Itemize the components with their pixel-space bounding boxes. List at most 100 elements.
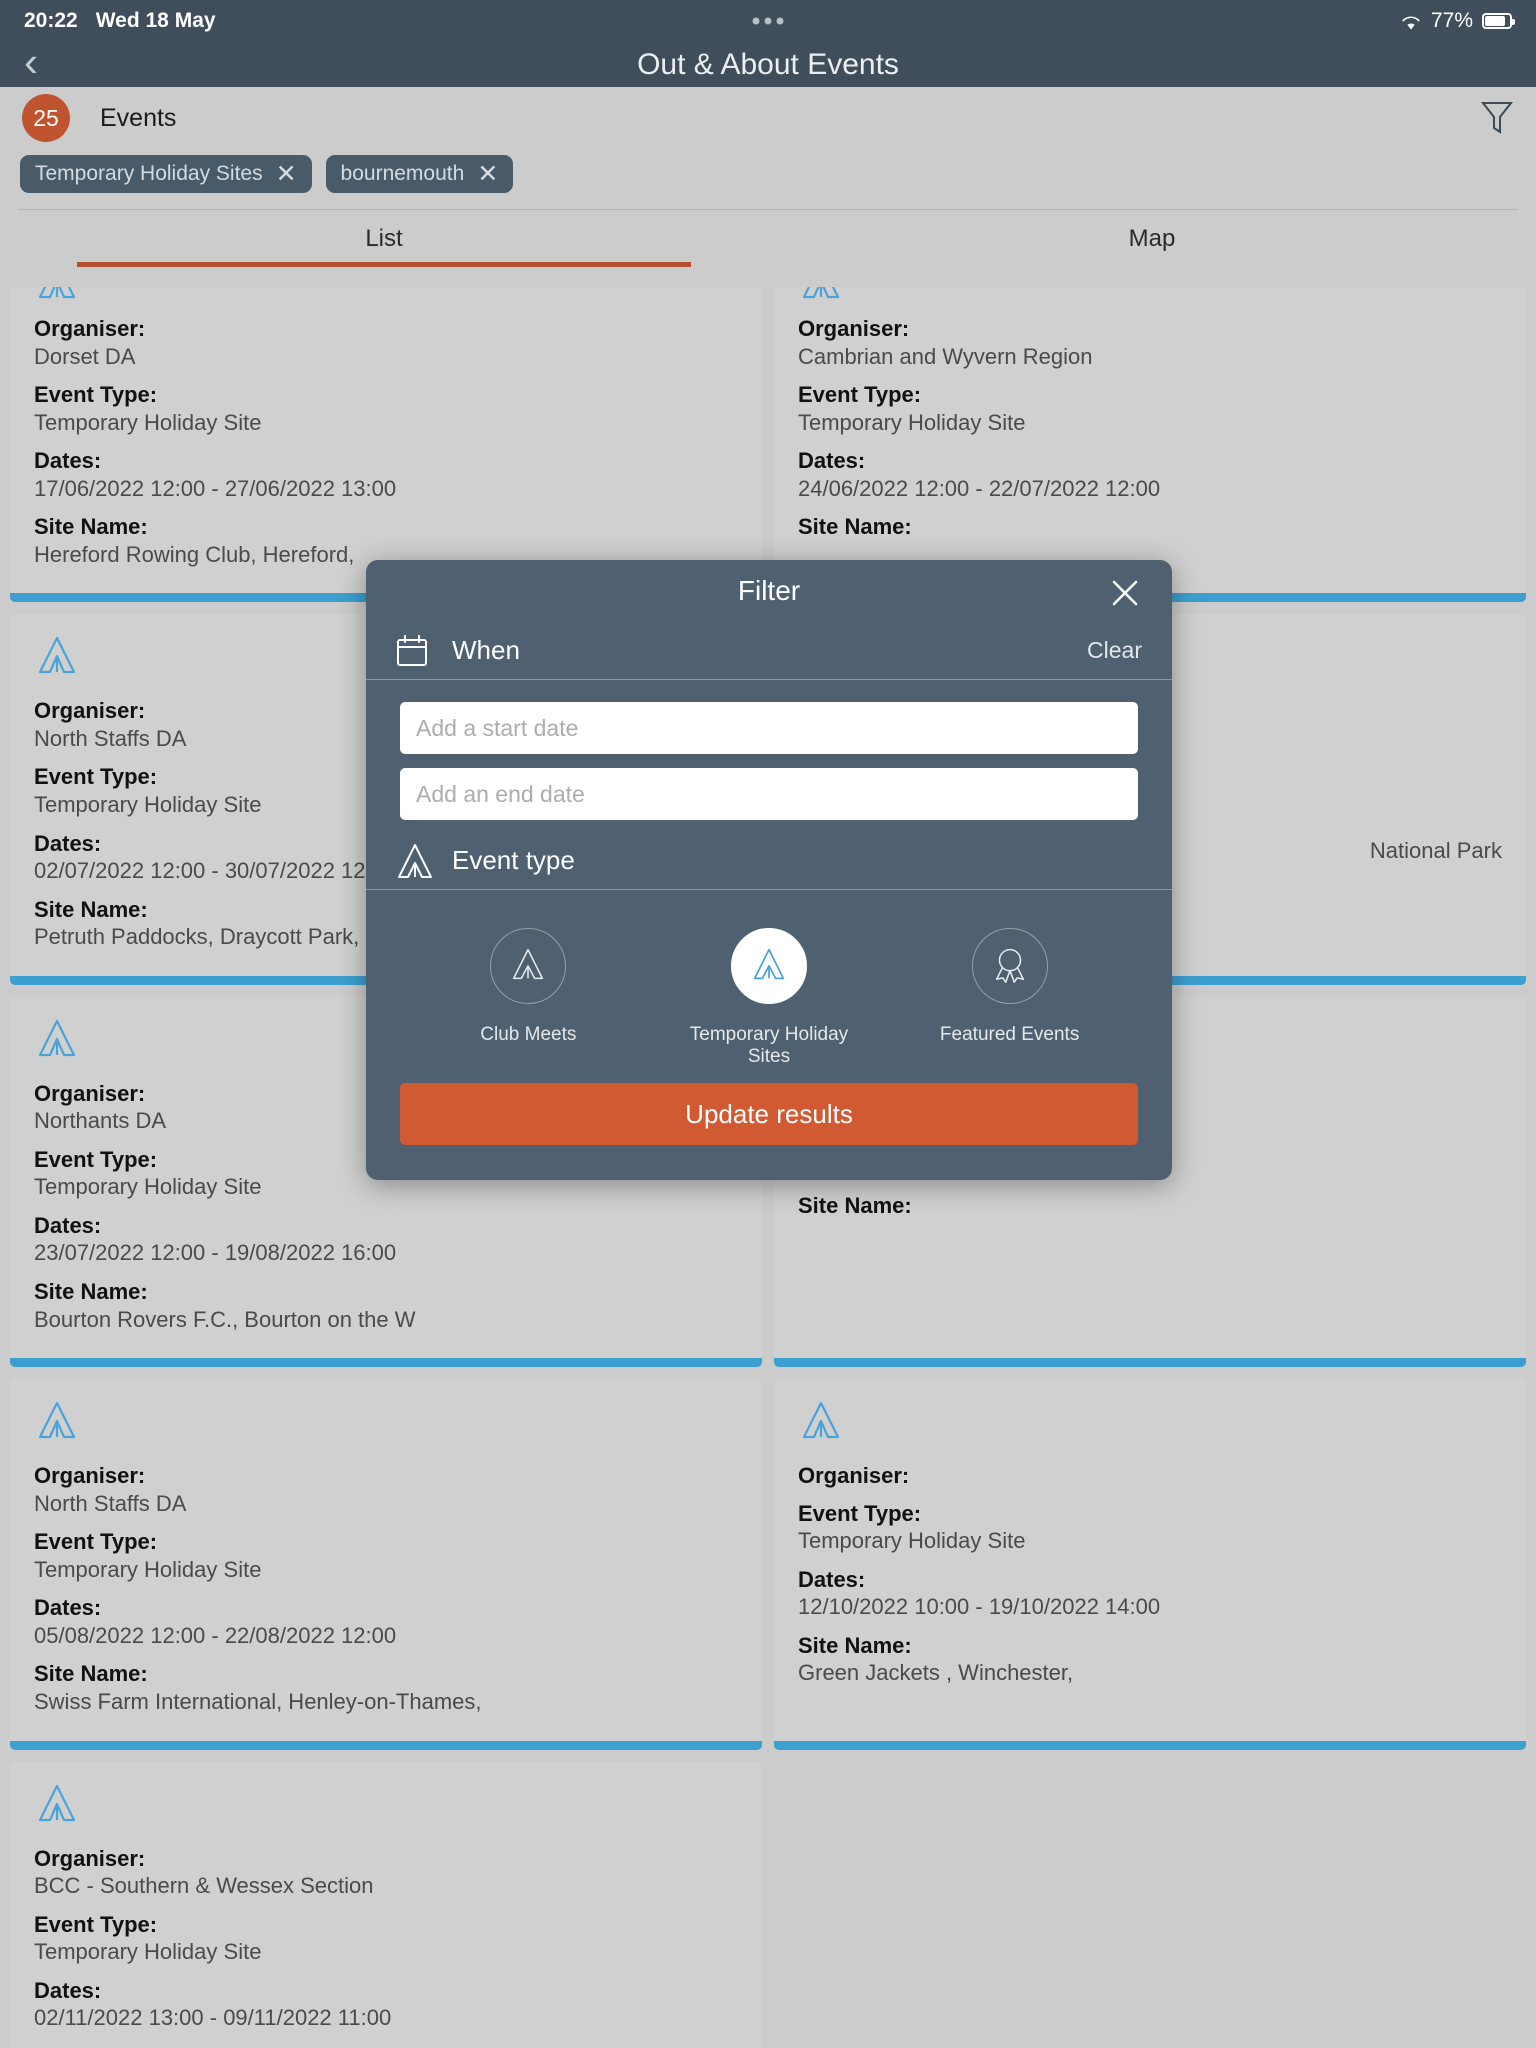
field-label: Organiser: (34, 1845, 146, 1871)
event-type-option-featured-events[interactable]: Featured Events (910, 928, 1110, 1068)
tent-icon (392, 838, 438, 884)
field-value: Temporary Holiday Site (34, 409, 262, 435)
field-label: Site Name: (798, 1193, 912, 1219)
card-field-site-name: Site Name: Swiss Farm International, Hen… (34, 1660, 738, 1716)
card-field-organiser: Organiser: North Staffs DA (34, 1462, 738, 1518)
date-fields (366, 680, 1172, 832)
event-card[interactable]: Organiser: Cambrian and Wyvern Region Ev… (774, 287, 1526, 603)
event-type-option-temporary-holiday-sites[interactable]: Temporary Holiday Sites (669, 928, 869, 1068)
field-value: 17/06/2022 12:00 - 27/06/2022 13:00 (34, 475, 397, 501)
card-field-organiser: Organiser: (798, 1462, 1502, 1490)
nav-bar: ‹ Out & About Events (0, 40, 1536, 87)
tent-icon (34, 1397, 738, 1448)
card-field-site-name: Site Name: Bourton Rovers F.C., Bourton … (34, 1278, 738, 1334)
card-field-event-type: Event Type: Temporary Holiday Site (798, 381, 1502, 437)
status-more-dots-icon (752, 17, 784, 25)
field-value: Temporary Holiday Site (798, 1528, 1026, 1554)
view-tabs: List Map (0, 210, 1536, 267)
field-value: North Staffs DA (34, 1490, 187, 1516)
status-left: 20:22 Wed 18 May (24, 9, 216, 33)
field-label: Site Name: (798, 1632, 912, 1658)
modal-header: Filter (366, 560, 1172, 622)
event-card[interactable]: Organiser: North Staffs DA Event Type: T… (10, 1379, 762, 1750)
field-label: Site Name: (34, 514, 148, 540)
field-value: Bourton Rovers F.C., Bourton on the W (34, 1306, 416, 1332)
field-value: 05/08/2022 12:00 - 22/08/2022 12:00 (34, 1622, 397, 1648)
option-circle (971, 928, 1048, 1004)
tab-list[interactable]: List (0, 210, 768, 267)
tab-list-label: List (365, 224, 403, 252)
when-title: When (452, 635, 520, 665)
status-bar: 20:22 Wed 18 May 77% (0, 0, 1536, 42)
modal-footer: Update results (366, 1083, 1172, 1180)
funnel-icon[interactable] (1480, 99, 1514, 137)
filter-chip[interactable]: Temporary Holiday Sites ✕ (20, 155, 312, 193)
card-field-organiser: Organiser: Dorset DA (34, 315, 738, 371)
tab-map-label: Map (1128, 224, 1176, 252)
card-field-event-type: Event Type: Temporary Holiday Site (34, 1528, 738, 1584)
field-label: Dates: (34, 1212, 102, 1238)
chip-label: bournemouth (340, 162, 465, 185)
when-section-header: When Clear (366, 622, 1172, 680)
event-type-options: Club Meets Temporary Holiday Sites Featu… (366, 890, 1172, 1068)
event-card[interactable]: Organiser: Dorset DA Event Type: Tempora… (10, 287, 762, 603)
field-label: Organiser: (34, 1463, 146, 1489)
status-time: 20:22 (24, 9, 78, 32)
field-label: Event Type: (798, 1500, 922, 1526)
tent-icon (798, 287, 1502, 301)
card-field-site-name: Site Name: (798, 513, 1502, 541)
card-field-organiser: Organiser: Cambrian and Wyvern Region (798, 315, 1502, 371)
card-field-dates: Dates: 23/07/2022 12:00 - 19/08/2022 16:… (34, 1212, 738, 1268)
end-date-input[interactable] (400, 768, 1138, 820)
card-field-dates: Dates: 24/06/2022 12:00 - 22/07/2022 12:… (798, 447, 1502, 503)
chip-close-icon[interactable]: ✕ (477, 161, 498, 187)
filter-chip[interactable]: bournemouth ✕ (325, 155, 514, 193)
field-value: Temporary Holiday Site (798, 409, 1026, 435)
field-label: Event Type: (34, 1529, 158, 1555)
card-field-organiser: Organiser: BCC - Southern & Wessex Secti… (34, 1845, 738, 1901)
rosette-icon (988, 942, 1032, 991)
events-label: Events (100, 103, 177, 132)
field-label: Dates: (34, 1595, 102, 1621)
update-results-button[interactable]: Update results (400, 1083, 1138, 1145)
option-label: Featured Events (939, 1024, 1080, 1045)
card-field-dates: Dates: 05/08/2022 12:00 - 22/08/2022 12:… (34, 1594, 738, 1650)
option-circle (490, 928, 567, 1004)
clear-button[interactable]: Clear (1087, 637, 1142, 664)
field-label: Event Type: (34, 382, 158, 408)
card-field-event-type: Event Type: Temporary Holiday Site (34, 381, 738, 437)
field-value: Cambrian and Wyvern Region (798, 343, 1093, 369)
tent-icon (798, 1397, 1502, 1448)
card-field-dates: Dates: 12/10/2022 10:00 - 19/10/2022 14:… (798, 1566, 1502, 1622)
field-label: Dates: (798, 448, 866, 474)
back-chevron-icon[interactable]: ‹ (24, 40, 38, 83)
tab-map[interactable]: Map (768, 210, 1536, 267)
calendar-icon (392, 631, 438, 671)
option-label: Temporary Holiday Sites (689, 1024, 849, 1067)
event-card[interactable]: Organiser: Event Type: Temporary Holiday… (774, 1379, 1526, 1750)
field-label: Site Name: (798, 514, 912, 540)
status-date: Wed 18 May (95, 9, 216, 32)
field-label: Event Type: (798, 382, 922, 408)
option-label: Club Meets (480, 1024, 577, 1045)
field-label: Dates: (798, 1566, 866, 1592)
card-field-event-type: Event Type: Temporary Holiday Site (798, 1500, 1502, 1556)
start-date-input[interactable] (400, 702, 1138, 754)
close-icon[interactable] (1106, 574, 1144, 612)
event-type-title: Event type (452, 845, 575, 875)
field-label: Event Type: (34, 1911, 158, 1937)
card-field-dates: Dates: 17/06/2022 12:00 - 27/06/2022 13:… (34, 447, 738, 503)
page-title: Out & About Events (637, 47, 899, 81)
field-value: Swiss Farm International, Henley-on-Tham… (34, 1688, 482, 1714)
event-type-option-club-meets[interactable]: Club Meets (428, 928, 628, 1068)
event-card[interactable]: Organiser: BCC - Southern & Wessex Secti… (10, 1761, 762, 2048)
events-count-badge: 25 (22, 94, 70, 142)
battery-percent: 77% (1430, 9, 1473, 32)
card-field-event-type: Event Type: Temporary Holiday Site (34, 1911, 738, 1967)
chip-close-icon[interactable]: ✕ (276, 161, 297, 187)
field-label: Organiser: (34, 316, 146, 341)
tent-icon (506, 942, 550, 991)
field-value: Temporary Holiday Site (34, 1556, 262, 1582)
field-label: Site Name: (34, 2043, 738, 2048)
modal-title: Filter (737, 575, 801, 606)
